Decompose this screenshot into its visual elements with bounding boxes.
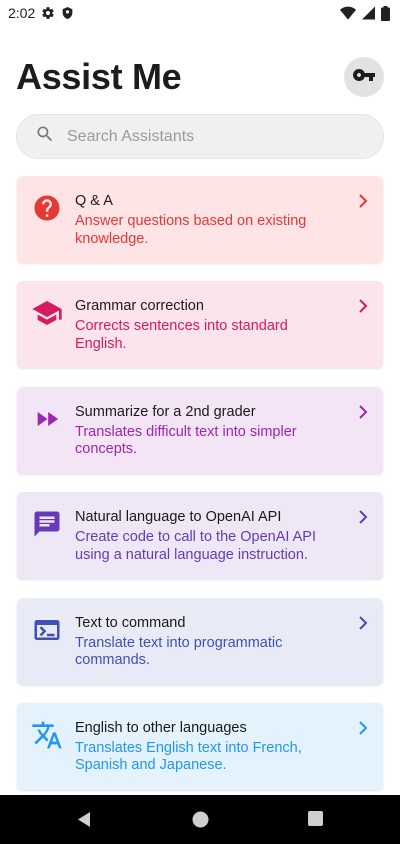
assistant-card-text-to-command[interactable]: Text to command Translate text into prog… (17, 597, 383, 685)
card-title: Summarize for a 2nd grader (75, 403, 256, 420)
card-description: Translate text into programmatic command… (75, 634, 283, 669)
status-left: 2:02 (8, 5, 74, 21)
assistant-card-translate[interactable]: English to other languages Translates En… (17, 702, 383, 790)
card-description: Answer questions based on existing knowl… (75, 213, 307, 247)
search-bar[interactable] (16, 114, 384, 159)
page-title: Assist Me (16, 56, 182, 97)
card-description: Translates English text into French, Spa… (75, 739, 302, 774)
card-title: Grammar correction (75, 298, 204, 315)
assistant-card-grammar[interactable]: Grammar correction Corrects sentences in… (17, 281, 383, 369)
key-icon (352, 63, 376, 92)
assistant-card-qa[interactable]: Q & A Answer questions based on existing… (17, 176, 383, 263)
card-description: Translates difficult text into simpler c… (75, 423, 297, 458)
gear-icon (41, 6, 55, 20)
assistant-list: Q & A Answer questions based on existing… (17, 176, 383, 808)
search-icon (35, 124, 55, 149)
wifi-icon (340, 6, 356, 20)
card-title: English to other languages (75, 719, 247, 736)
chevron-right-icon (355, 509, 371, 525)
chevron-right-icon (355, 404, 371, 420)
chevron-right-icon (355, 298, 371, 314)
question-icon (31, 192, 63, 224)
card-description: Corrects sentences into standard English… (75, 318, 288, 352)
terminal-icon (31, 614, 63, 646)
school-icon (31, 297, 63, 329)
message-icon (31, 508, 63, 540)
home-icon[interactable] (192, 811, 209, 833)
chevron-right-icon (355, 720, 371, 736)
card-title: Q & A (75, 193, 113, 209)
system-nav-bar (0, 795, 400, 844)
card-title: Text to command (75, 614, 186, 631)
card-title: Natural language to OpenAI API (75, 509, 282, 526)
search-input[interactable] (67, 127, 357, 146)
shield-icon (61, 6, 74, 20)
translate-icon (31, 719, 63, 751)
recents-icon[interactable] (308, 811, 323, 831)
card-description: Create code to call to the OpenAI API us… (75, 529, 317, 563)
back-icon[interactable] (76, 811, 92, 833)
assistant-card-openai-api[interactable]: Natural language to OpenAI API Create co… (17, 492, 383, 580)
chevron-right-icon (355, 615, 371, 631)
assistant-card-summarize[interactable]: Summarize for a 2nd grader Translates di… (17, 386, 383, 474)
cellular-icon (362, 6, 375, 20)
fast-forward-icon (31, 403, 63, 435)
status-bar: 2:02 (0, 0, 400, 26)
chevron-right-icon (355, 193, 371, 209)
api-key-button[interactable] (344, 57, 384, 97)
battery-icon (381, 5, 390, 21)
status-time: 2:02 (8, 5, 36, 21)
header: Assist Me (16, 54, 384, 100)
status-right (340, 5, 390, 21)
